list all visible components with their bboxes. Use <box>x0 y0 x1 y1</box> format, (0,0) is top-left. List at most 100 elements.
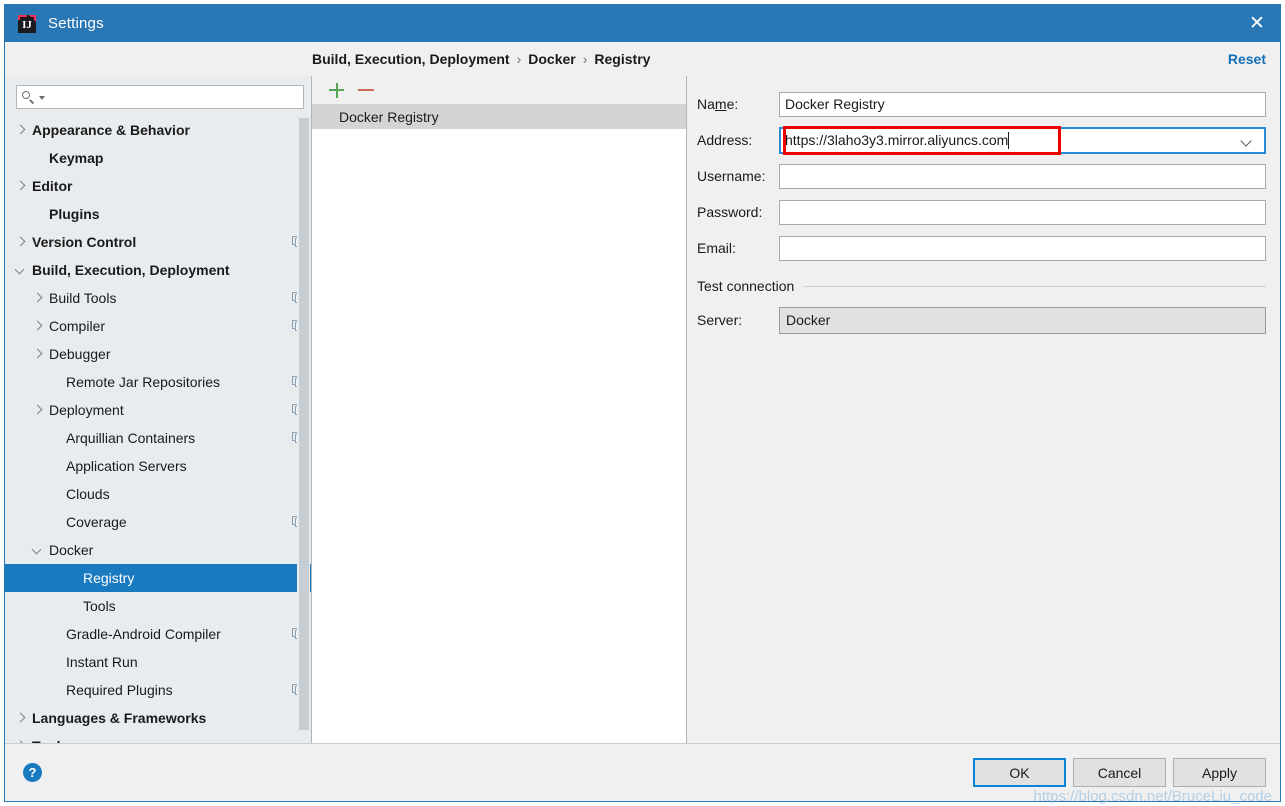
sidebar-item-label: Version Control <box>32 234 137 250</box>
sidebar-item-label: Instant Run <box>66 654 138 670</box>
sidebar-item-compiler[interactable]: Compiler <box>5 312 311 340</box>
sidebar-item-deployment[interactable]: Deployment <box>5 396 311 424</box>
registry-list-pane: Docker Registry <box>312 76 687 743</box>
chevron-right-icon[interactable] <box>32 292 44 304</box>
sidebar-item-label: Build Tools <box>49 290 117 306</box>
sidebar-item-label: Compiler <box>49 318 106 334</box>
chevron-down-icon[interactable] <box>32 544 44 556</box>
sidebar-item-label: Gradle-Android Compiler <box>66 626 221 642</box>
chevron-right-icon[interactable] <box>15 124 27 136</box>
apply-button[interactable]: Apply <box>1173 758 1266 787</box>
sidebar-item-coverage[interactable]: Coverage <box>5 508 311 536</box>
sidebar-item-label: Clouds <box>66 486 110 502</box>
server-value: Docker <box>786 312 831 328</box>
sidebar-item-keymap[interactable]: Keymap <box>5 144 311 172</box>
sidebar-item-tools[interactable]: Tools <box>5 732 311 743</box>
sidebar-item-registry[interactable]: Registry <box>5 564 311 592</box>
breadcrumb-separator: › <box>582 51 588 67</box>
help-button[interactable]: ? <box>23 763 42 782</box>
username-field[interactable] <box>779 163 1266 189</box>
password-row: Password: <box>697 194 1266 230</box>
search-input[interactable] <box>49 88 303 106</box>
close-icon[interactable]: ✕ <box>1234 5 1280 42</box>
header-bar: Build, Execution, Deployment › Docker › … <box>5 42 1280 76</box>
sidebar-item-version-control[interactable]: Version Control <box>5 228 311 256</box>
server-label: Server: <box>697 312 743 328</box>
sidebar-item-plugins[interactable]: Plugins <box>5 200 311 228</box>
chevron-down-icon[interactable] <box>15 264 27 276</box>
sidebar-item-label: Debugger <box>49 346 111 362</box>
sidebar-item-required-plugins[interactable]: Required Plugins <box>5 676 311 704</box>
text-caret <box>1008 131 1010 149</box>
sidebar-item-gradle-android-compiler[interactable]: Gradle-Android Compiler <box>5 620 311 648</box>
chevron-down-icon[interactable] <box>1242 137 1251 146</box>
sidebar-item-arquillian-containers[interactable]: Arquillian Containers <box>5 424 311 452</box>
sidebar-item-debugger[interactable]: Debugger <box>5 340 311 368</box>
address-label: Address: <box>697 132 753 148</box>
sidebar-item-tools[interactable]: Tools <box>5 592 311 620</box>
tree-scrollbar-thumb[interactable] <box>299 118 309 730</box>
address-value: https://3laho3y3.mirror.aliyuncs.com <box>785 132 1009 148</box>
ok-button[interactable]: OK <box>973 758 1066 787</box>
registry-form-pane: Name: Docker Registry Address: https://3… <box>687 76 1280 743</box>
sidebar-item-label: Build, Execution, Deployment <box>32 262 230 278</box>
window-title: Settings <box>48 15 104 32</box>
email-field[interactable] <box>779 235 1266 261</box>
server-combobox[interactable]: Docker <box>779 306 1266 334</box>
chevron-right-icon[interactable] <box>15 180 27 192</box>
email-row: Email: <box>697 230 1266 266</box>
tree-scrollbar[interactable] <box>297 116 310 743</box>
sidebar-item-build-tools[interactable]: Build Tools <box>5 284 311 312</box>
chevron-right-icon[interactable] <box>15 236 27 248</box>
registry-list[interactable]: Docker Registry <box>312 104 686 743</box>
sidebar-item-instant-run[interactable]: Instant Run <box>5 648 311 676</box>
chevron-right-icon[interactable] <box>32 348 44 360</box>
remove-registry-button[interactable] <box>354 78 380 102</box>
settings-tree-pane: Appearance & Behavior Keymap Editor Plugins… <box>5 76 312 743</box>
cancel-button[interactable]: Cancel <box>1073 758 1166 787</box>
chevron-right-icon[interactable] <box>15 712 27 724</box>
settings-tree[interactable]: Appearance & Behavior Keymap Editor Plugins… <box>5 116 311 743</box>
password-label: Password: <box>697 204 763 220</box>
svg-text:IJ: IJ <box>22 19 32 31</box>
search-box[interactable] <box>16 85 304 109</box>
username-row: Username: <box>697 158 1266 194</box>
sidebar-item-editor[interactable]: Editor <box>5 172 311 200</box>
sidebar-item-languages-frameworks[interactable]: Languages & Frameworks <box>5 704 311 732</box>
chevron-right-icon[interactable] <box>32 404 44 416</box>
sidebar-item-build-execution-deployment[interactable]: Build, Execution, Deployment <box>5 256 311 284</box>
sidebar-item-label: Plugins <box>49 206 100 222</box>
chevron-right-icon[interactable] <box>32 320 44 332</box>
address-combobox[interactable]: https://3laho3y3.mirror.aliyuncs.com <box>779 126 1266 154</box>
list-item[interactable]: Docker Registry <box>312 104 686 129</box>
sidebar-item-clouds[interactable]: Clouds <box>5 480 311 508</box>
sidebar-item-label: Arquillian Containers <box>66 430 196 446</box>
reset-link[interactable]: Reset <box>1228 51 1266 67</box>
sidebar-item-label: Languages & Frameworks <box>32 710 207 726</box>
dialog-content: Appearance & Behavior Keymap Editor Plugins… <box>5 76 1280 743</box>
breadcrumb: Build, Execution, Deployment › Docker › … <box>312 51 650 67</box>
add-registry-button[interactable] <box>324 78 350 102</box>
sidebar-item-appearance-behavior[interactable]: Appearance & Behavior <box>5 116 311 144</box>
test-connection-group: Test connection <box>697 270 1266 302</box>
sidebar-item-remote-jar-repositories[interactable]: Remote Jar Repositories <box>5 368 311 396</box>
name-field[interactable]: Docker Registry <box>779 91 1266 117</box>
sidebar-item-application-servers[interactable]: Application Servers <box>5 452 311 480</box>
sidebar-item-docker[interactable]: Docker <box>5 536 311 564</box>
sidebar-item-label: Deployment <box>49 402 124 418</box>
chevron-down-icon[interactable] <box>39 96 45 100</box>
search-icon <box>22 90 37 104</box>
sidebar-item-label: Registry <box>83 570 135 586</box>
password-field[interactable] <box>779 199 1266 225</box>
intellij-idea-icon: IJ <box>18 14 36 33</box>
username-label: Username: <box>697 168 766 184</box>
